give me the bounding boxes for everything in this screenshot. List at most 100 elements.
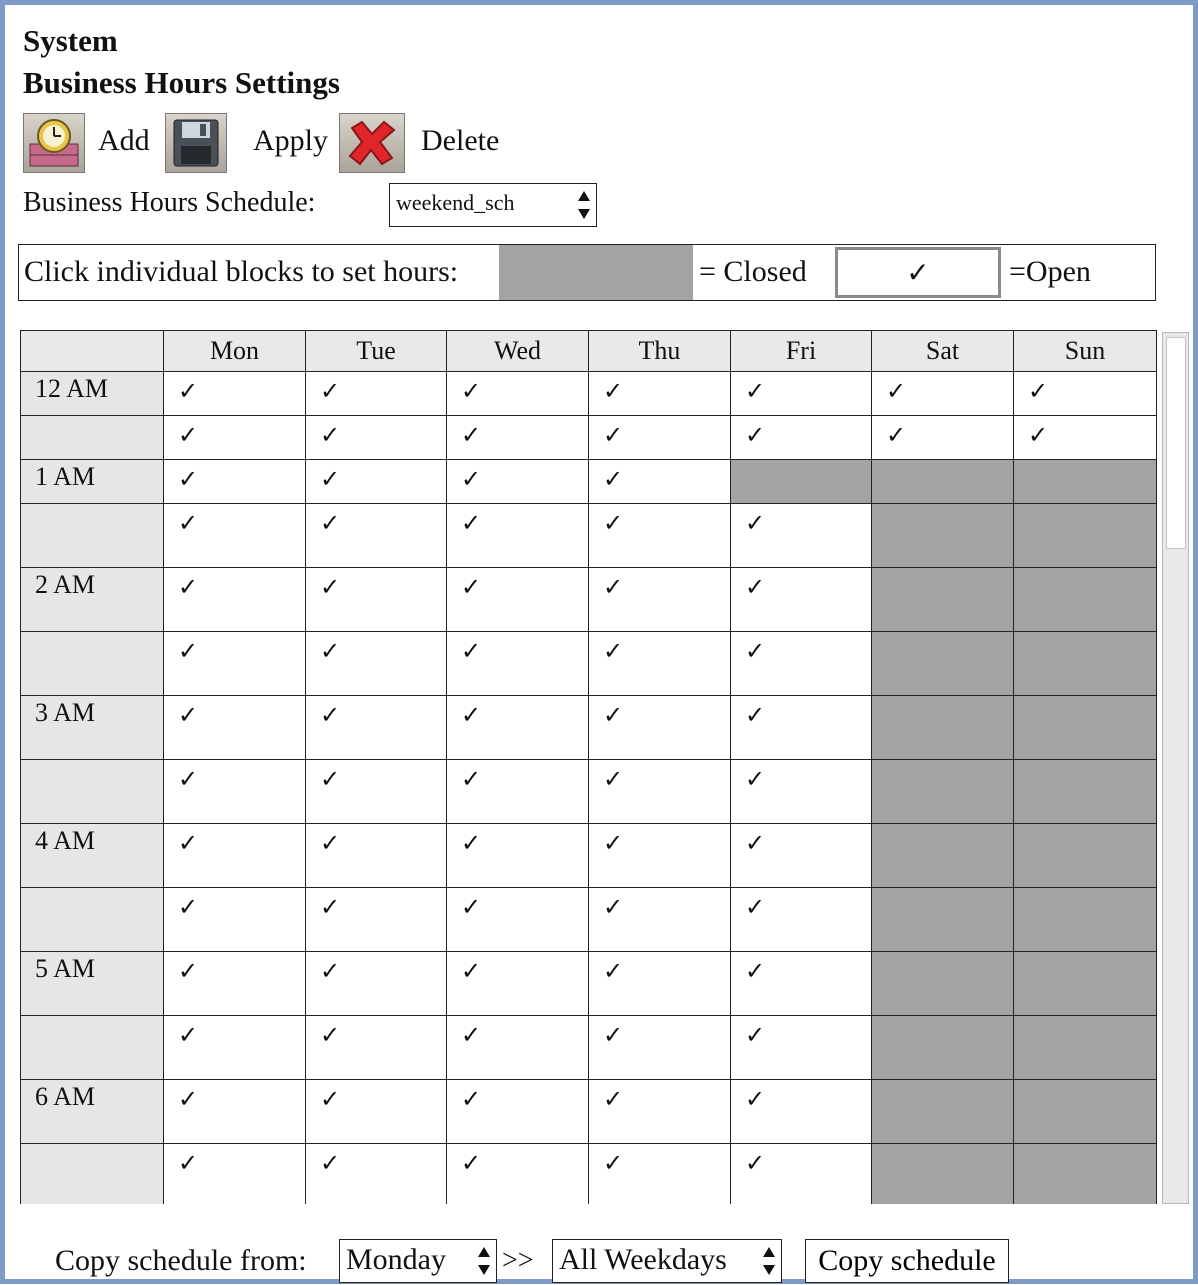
hour-block-open[interactable]: ✓	[163, 371, 306, 416]
apply-button[interactable]: Apply	[253, 123, 328, 159]
hour-block-closed[interactable]	[871, 631, 1014, 696]
hour-block-closed[interactable]	[1013, 631, 1157, 696]
hour-block-open[interactable]: ✓	[163, 887, 306, 952]
hour-block-open[interactable]: ✓	[730, 951, 872, 1016]
copy-schedule-button[interactable]: Copy schedule	[805, 1239, 1009, 1283]
hour-block-closed[interactable]	[871, 459, 1014, 504]
hour-block-closed[interactable]	[730, 459, 872, 504]
hour-block-open[interactable]: ✓	[446, 371, 589, 416]
hour-block-open[interactable]: ✓	[588, 503, 731, 568]
hour-block-open[interactable]: ✓	[163, 631, 306, 696]
hour-block-open[interactable]: ✓	[163, 951, 306, 1016]
hour-block-open[interactable]: ✓	[446, 887, 589, 952]
hour-block-closed[interactable]	[1013, 823, 1157, 888]
hour-block-open[interactable]: ✓	[446, 695, 589, 760]
hour-block-open[interactable]: ✓	[163, 459, 306, 504]
hour-block-open[interactable]: ✓	[163, 823, 306, 888]
hour-block-closed[interactable]	[871, 695, 1014, 760]
hour-block-open[interactable]: ✓	[730, 1015, 872, 1080]
hour-block-open[interactable]: ✓	[446, 1143, 589, 1204]
hour-block-closed[interactable]	[1013, 503, 1157, 568]
spinner-arrows-icon[interactable]	[578, 188, 590, 224]
hour-block-closed[interactable]	[871, 759, 1014, 824]
vertical-scrollbar[interactable]	[1162, 332, 1189, 1204]
hour-block-open[interactable]: ✓	[305, 371, 447, 416]
hour-block-open[interactable]: ✓	[305, 567, 447, 632]
hour-block-open[interactable]: ✓	[1013, 371, 1157, 416]
hour-block-closed[interactable]	[1013, 759, 1157, 824]
hour-block-open[interactable]: ✓	[446, 631, 589, 696]
hour-block-open[interactable]: ✓	[730, 887, 872, 952]
hour-block-open[interactable]: ✓	[305, 759, 447, 824]
hour-block-open[interactable]: ✓	[305, 1079, 447, 1144]
hour-block-open[interactable]: ✓	[163, 1079, 306, 1144]
hour-block-open[interactable]: ✓	[588, 695, 731, 760]
hour-block-open[interactable]: ✓	[163, 759, 306, 824]
hour-block-open[interactable]: ✓	[730, 567, 872, 632]
hour-block-open[interactable]: ✓	[305, 1015, 447, 1080]
hour-block-open[interactable]: ✓	[305, 631, 447, 696]
scrollbar-thumb[interactable]	[1166, 337, 1186, 549]
hour-block-open[interactable]: ✓	[588, 951, 731, 1016]
hour-block-open[interactable]: ✓	[588, 631, 731, 696]
hour-block-open[interactable]: ✓	[163, 1015, 306, 1080]
spinner-arrows-icon[interactable]	[478, 1244, 490, 1280]
hour-block-open[interactable]: ✓	[305, 503, 447, 568]
hour-block-closed[interactable]	[871, 887, 1014, 952]
hour-block-open[interactable]: ✓	[305, 951, 447, 1016]
hour-block-closed[interactable]	[871, 567, 1014, 632]
hour-block-closed[interactable]	[1013, 459, 1157, 504]
hour-block-open[interactable]: ✓	[730, 631, 872, 696]
hour-block-closed[interactable]	[871, 503, 1014, 568]
hour-block-open[interactable]: ✓	[588, 887, 731, 952]
hour-block-open[interactable]: ✓	[588, 1143, 731, 1204]
delete-x-icon[interactable]	[339, 113, 405, 173]
hour-block-open[interactable]: ✓	[588, 1015, 731, 1080]
hour-block-open[interactable]: ✓	[163, 1143, 306, 1204]
hour-block-open[interactable]: ✓	[588, 371, 731, 416]
hour-block-closed[interactable]	[1013, 695, 1157, 760]
hour-block-closed[interactable]	[1013, 567, 1157, 632]
save-disk-icon[interactable]	[165, 113, 227, 173]
hour-block-open[interactable]: ✓	[446, 1079, 589, 1144]
hour-block-open[interactable]: ✓	[730, 695, 872, 760]
hour-block-open[interactable]: ✓	[730, 1079, 872, 1144]
hour-block-open[interactable]: ✓	[588, 1079, 731, 1144]
hour-block-open[interactable]: ✓	[163, 567, 306, 632]
hour-block-closed[interactable]	[871, 1015, 1014, 1080]
delete-button[interactable]: Delete	[421, 123, 499, 159]
hour-block-open[interactable]: ✓	[588, 823, 731, 888]
hour-block-open[interactable]: ✓	[305, 695, 447, 760]
hour-block-closed[interactable]	[1013, 887, 1157, 952]
hour-block-open[interactable]: ✓	[163, 503, 306, 568]
hour-block-open[interactable]: ✓	[446, 503, 589, 568]
hour-block-open[interactable]: ✓	[446, 459, 589, 504]
hour-block-open[interactable]: ✓	[305, 823, 447, 888]
hour-block-open[interactable]: ✓	[871, 371, 1014, 416]
hour-block-open[interactable]: ✓	[730, 1143, 872, 1204]
hour-block-closed[interactable]	[871, 1143, 1014, 1204]
hour-block-open[interactable]: ✓	[446, 1015, 589, 1080]
hour-block-closed[interactable]	[1013, 1015, 1157, 1080]
hour-block-open[interactable]: ✓	[588, 759, 731, 824]
schedule-select[interactable]: weekend_sch	[389, 183, 597, 227]
hour-block-closed[interactable]	[1013, 1143, 1157, 1204]
copy-to-select[interactable]: All Weekdays	[552, 1239, 782, 1283]
hour-block-open[interactable]: ✓	[163, 415, 306, 460]
hour-block-open[interactable]: ✓	[588, 567, 731, 632]
hour-block-open[interactable]: ✓	[305, 887, 447, 952]
hour-block-open[interactable]: ✓	[446, 567, 589, 632]
add-button[interactable]: Add	[98, 123, 150, 159]
hour-block-closed[interactable]	[871, 1079, 1014, 1144]
hours-grid-viewport[interactable]: Mon Tue Wed Thu Fri Sat Sun 12 AM ✓ ✓ ✓ ✓ ✓ ✓ ✓…	[20, 330, 1158, 1204]
hour-block-closed[interactable]	[1013, 1079, 1157, 1144]
hour-block-open[interactable]: ✓	[730, 371, 872, 416]
hour-block-open[interactable]: ✓	[588, 415, 731, 460]
hour-block-open[interactable]: ✓	[1013, 415, 1157, 460]
hour-block-open[interactable]: ✓	[730, 759, 872, 824]
hour-block-open[interactable]: ✓	[588, 459, 731, 504]
hour-block-open[interactable]: ✓	[446, 951, 589, 1016]
hour-block-open[interactable]: ✓	[730, 415, 872, 460]
hour-block-open[interactable]: ✓	[730, 503, 872, 568]
spinner-arrows-icon[interactable]	[763, 1244, 775, 1280]
